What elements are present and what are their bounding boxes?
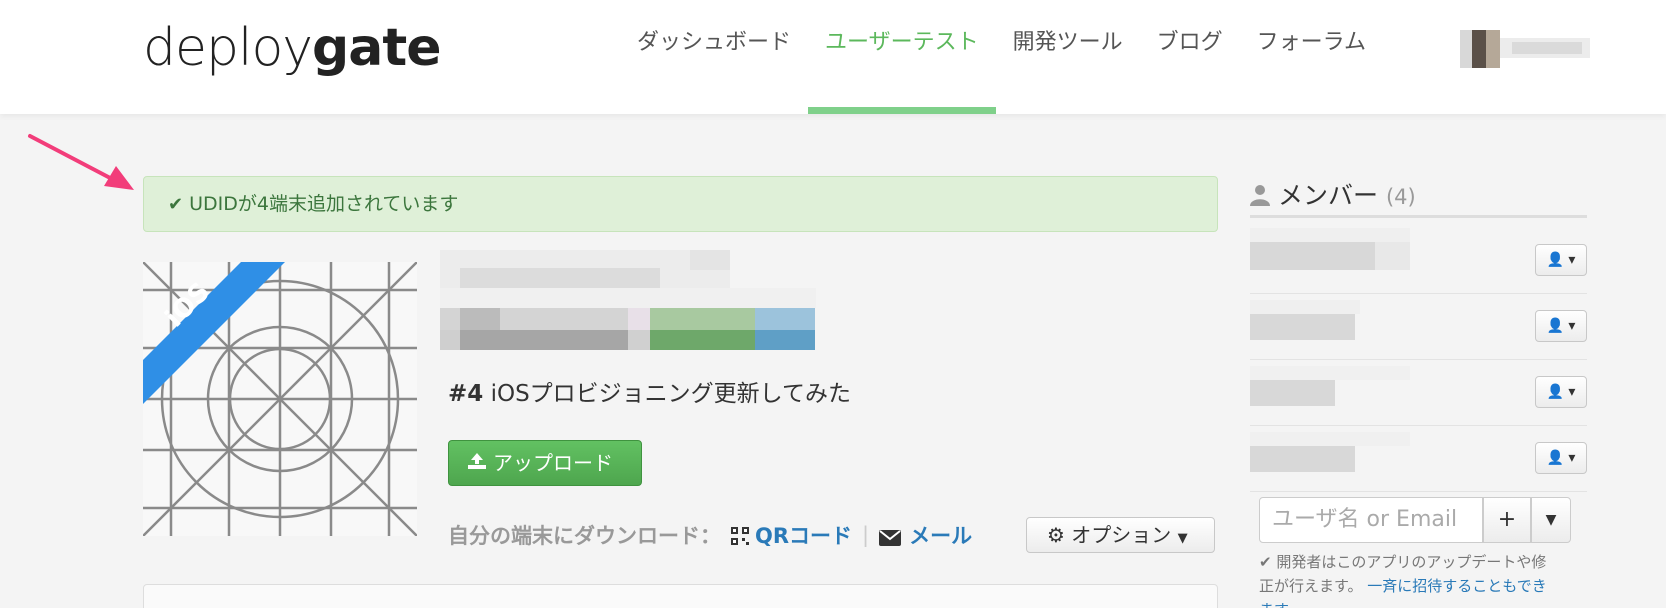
deploygate-logo[interactable]: deploygate [143,18,441,78]
app-name-redacted [440,250,730,288]
lower-panel [143,584,1218,608]
gear-icon: ⚙ [1047,523,1065,547]
upload-label: アップロード [493,451,613,475]
qr-code-label: QRコード [755,524,853,548]
build-message: iOSプロビジョニング更新してみた [490,381,851,407]
member-row: 👤 ▾ [1250,360,1587,426]
app-package-redacted [440,288,816,350]
user-icon: 👤 [1546,318,1564,334]
build-number: #4 [448,381,484,407]
mail-link[interactable]: メール [879,520,972,550]
caret-down-icon: ▼ [1177,531,1188,546]
nav-forum[interactable]: フォーラム [1240,28,1383,114]
download-row: 自分の端末にダウンロード： QRコード | メール [448,520,972,550]
upload-button[interactable]: アップロード [448,440,642,486]
options-label: オプション [1071,523,1172,547]
member-role-button[interactable]: 👤 ▾ [1535,244,1587,276]
user-icon [1250,183,1270,206]
options-dropdown[interactable]: ⚙ オプション ▼ [1026,517,1215,553]
user-icon: 👤 [1546,252,1564,268]
user-avatar-menu[interactable] [1460,30,1590,68]
success-alert: ✔ UDIDが4端末追加されています [143,176,1218,232]
member-role-button[interactable]: 👤 ▾ [1535,376,1587,408]
member-role-button[interactable]: 👤 ▾ [1535,442,1587,474]
download-label: 自分の端末にダウンロード： [448,524,721,548]
nav-dashboard[interactable]: ダッシュボード [620,28,808,114]
member-row: 👤 ▾ [1250,294,1587,360]
app-icon: iOS [143,262,417,536]
members-count: (4) [1385,185,1416,209]
check-icon: ✔ [168,194,184,215]
members-divider [1250,215,1587,218]
user-icon: 👤 [1546,450,1564,466]
add-member-input[interactable]: ユーザ名 or Email [1259,497,1483,543]
caret-down-icon: ▼ [1545,512,1557,528]
mail-label: メール [909,524,973,548]
build-title: #4 iOSプロビジョニング更新してみた [448,374,851,408]
user-icon: 👤 [1546,384,1564,400]
check-icon: ✔ [1259,553,1272,571]
member-row: 👤 ▾ [1250,228,1587,294]
logo-text-gate: gate [312,18,441,78]
qrcode-icon [731,526,749,545]
nav-dev-tools[interactable]: 開発ツール [996,28,1140,114]
envelope-icon [879,527,902,546]
add-member-dropdown[interactable]: ▼ [1531,497,1571,543]
member-row: 👤 ▾ [1250,426,1587,492]
add-member-button[interactable]: + [1483,497,1531,543]
qr-code-link[interactable]: QRコード [731,520,852,550]
annotation-arrow [28,134,134,190]
top-header: deploygate ダッシュボード ユーザーテスト 開発ツール ブログ フォー… [0,0,1666,114]
upload-icon [467,441,487,485]
main-nav: ダッシュボード ユーザーテスト 開発ツール ブログ フォーラム [620,28,1383,114]
alert-text: UDIDが4端末追加されています [189,193,459,215]
members-header: メンバー (4) [1250,176,1416,212]
member-help-text: ✔ 開発者はこのアプリのアップデートや修正が行えます。 一斉に招待することもでき… [1259,550,1559,608]
nav-blog[interactable]: ブログ [1140,28,1240,114]
nav-user-test[interactable]: ユーザーテスト [808,28,996,114]
link-separator: | [862,523,870,547]
members-title: メンバー [1278,181,1379,210]
logo-text-deploy: deploy [143,18,313,78]
member-role-button[interactable]: 👤 ▾ [1535,310,1587,342]
